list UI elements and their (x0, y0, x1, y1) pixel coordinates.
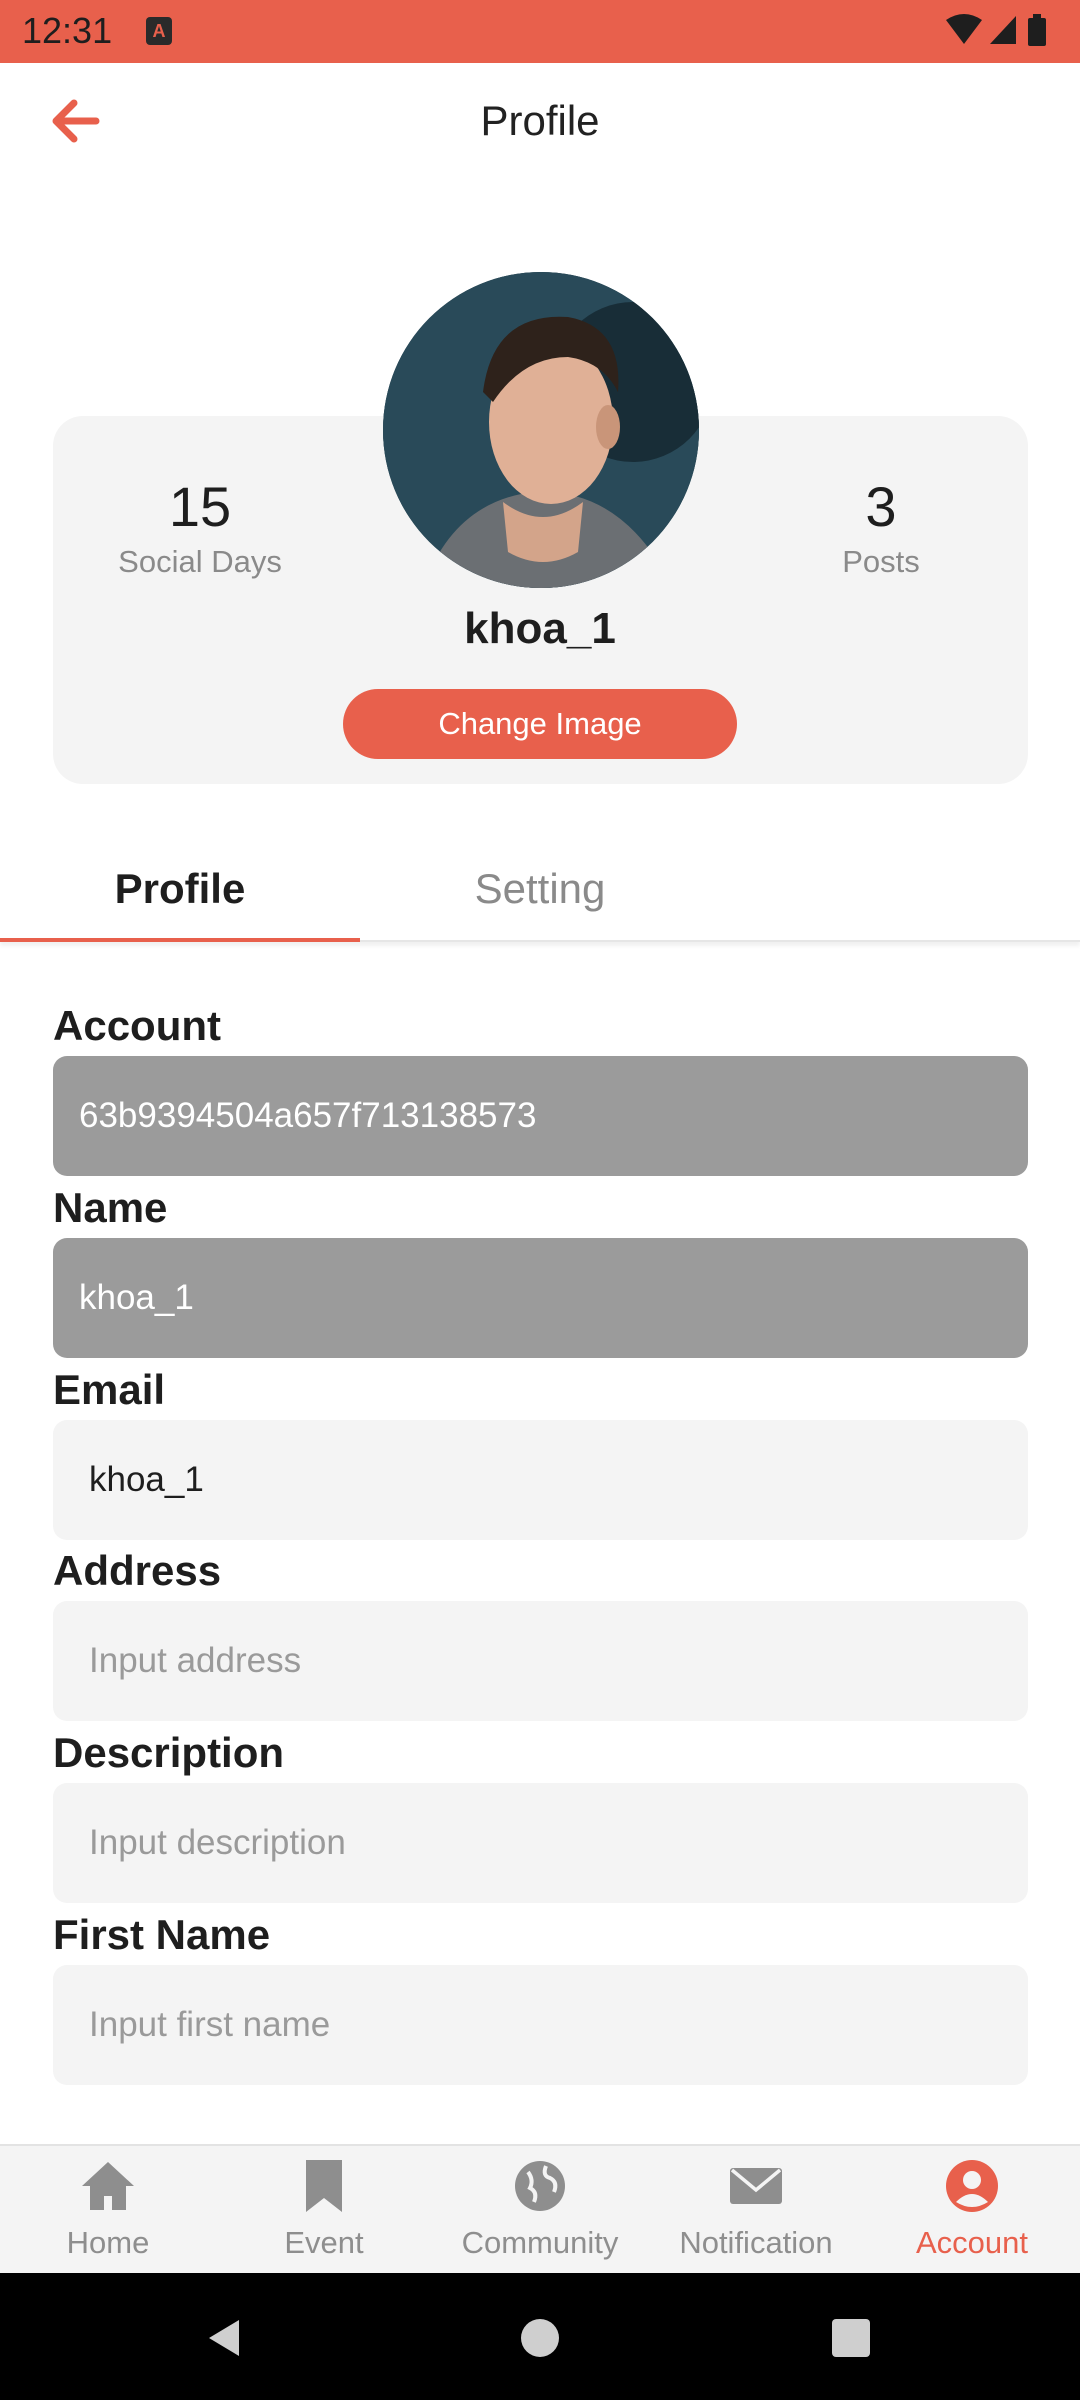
avatar[interactable] (383, 272, 699, 588)
nav-community[interactable]: Community (432, 2156, 648, 2261)
account-icon (946, 2160, 998, 2212)
status-bar: 12:31 A (0, 0, 1080, 63)
tab-profile[interactable]: Profile (0, 865, 360, 913)
posts-value: 3 (865, 475, 897, 538)
signal-icon (990, 16, 1016, 44)
account-field: 63b9394504a657f713138573 (53, 1056, 1028, 1176)
system-navigation-bar (0, 2273, 1080, 2400)
name-label: Name (53, 1184, 168, 1231)
description-field[interactable]: Input description (53, 1783, 1028, 1903)
email-label: Email (53, 1366, 166, 1413)
username: khoa_1 (464, 604, 616, 653)
nav-account[interactable]: Account (864, 2156, 1080, 2261)
first-name-label: First Name (53, 1911, 271, 1958)
nav-notification-label: Notification (679, 2225, 833, 2260)
nav-home[interactable]: Home (0, 2156, 216, 2261)
email-field[interactable]: khoa_1 (53, 1420, 1028, 1540)
bookmark-icon (306, 2160, 342, 2212)
globe-icon (515, 2161, 565, 2211)
nav-home-label: Home (66, 2225, 150, 2260)
description-label: Description (53, 1729, 285, 1776)
social-days-label: Social Days (118, 543, 282, 579)
posts-stat: 3 Posts (734, 476, 1028, 580)
wifi-icon (946, 14, 982, 44)
social-days-value: 15 (168, 475, 232, 538)
status-time: 12:31 (22, 10, 113, 51)
status-icons (946, 14, 1046, 46)
posts-label: Posts (842, 543, 920, 579)
battery-icon (1028, 18, 1046, 46)
nav-notification[interactable]: Notification (648, 2156, 864, 2261)
system-recents-icon[interactable] (829, 2316, 873, 2360)
change-image-button[interactable]: Change Image (343, 689, 737, 759)
address-label: Address (53, 1547, 222, 1594)
profile-tabs: Profile Setting (0, 835, 1080, 942)
envelope-icon (730, 2168, 782, 2204)
nav-community-label: Community (461, 2225, 619, 2260)
social-days-stat: 15 Social Days (53, 476, 347, 580)
nav-event[interactable]: Event (216, 2156, 432, 2261)
app-notification-icon: A (146, 17, 172, 45)
address-field[interactable]: Input address (53, 1601, 1028, 1721)
avatar-image (383, 272, 699, 588)
bottom-nav: Home Event Community Notification Accoun… (0, 2144, 1080, 2273)
app-bar: Profile (0, 63, 1080, 183)
account-label: Account (53, 1002, 221, 1049)
tab-indicator (0, 938, 360, 942)
home-icon (82, 2162, 134, 2210)
page-title: Profile (480, 97, 600, 144)
name-field: khoa_1 (53, 1238, 1028, 1358)
nav-event-label: Event (284, 2225, 364, 2260)
tab-setting[interactable]: Setting (360, 865, 720, 913)
system-back-icon[interactable] (203, 2316, 247, 2360)
system-home-icon[interactable] (518, 2316, 562, 2360)
first-name-field[interactable]: Input first name (53, 1965, 1028, 2085)
nav-account-label: Account (915, 2225, 1028, 2260)
